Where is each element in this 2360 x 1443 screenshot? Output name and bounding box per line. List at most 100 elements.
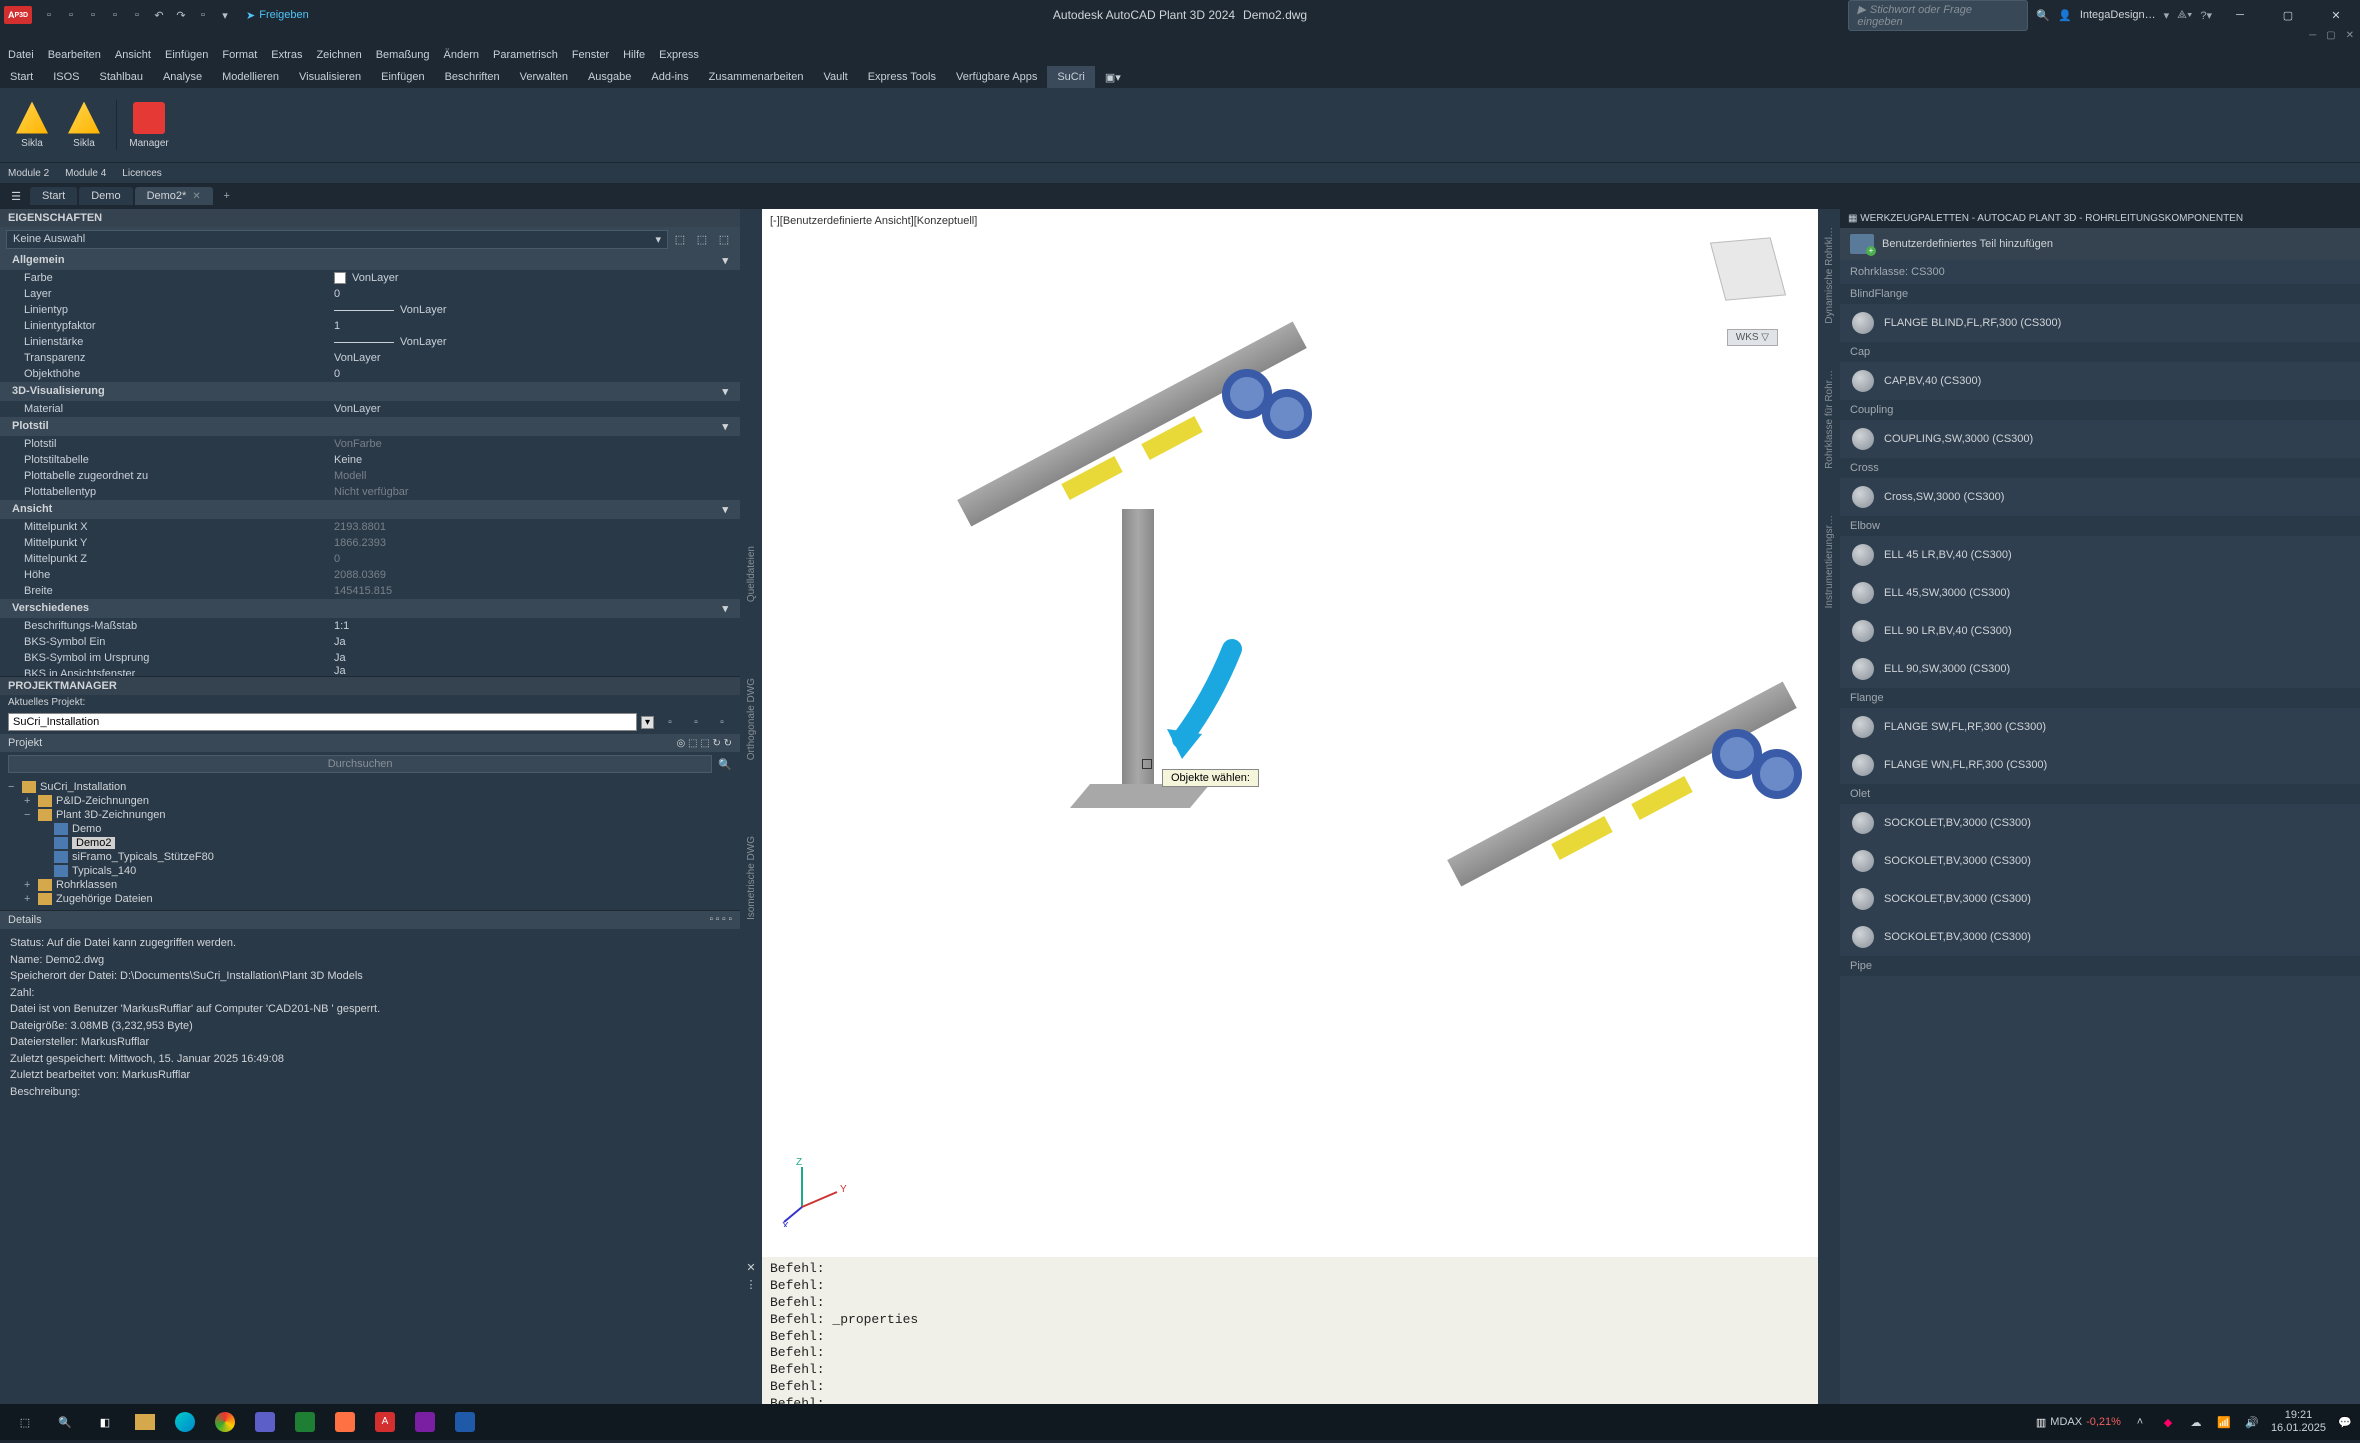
- palette-item[interactable]: ELL 90 LR,BV,40 (CS300): [1840, 612, 2360, 650]
- menu-express[interactable]: Express: [659, 49, 699, 61]
- prop-transparenz[interactable]: VonLayer: [334, 352, 740, 364]
- menu-fenster[interactable]: Fenster: [572, 49, 609, 61]
- qat-redo-icon[interactable]: ↷: [171, 5, 191, 25]
- section-ansicht[interactable]: Ansicht▾: [0, 500, 740, 519]
- wcs-dropdown[interactable]: WKS ▽: [1727, 329, 1778, 346]
- prop-bks-ursprung[interactable]: Ja: [334, 652, 740, 664]
- task-word-icon[interactable]: [446, 1407, 484, 1437]
- tab-start[interactable]: Start: [0, 66, 43, 88]
- section-plotstil[interactable]: Plotstil▾: [0, 417, 740, 436]
- vtab-quelldateien[interactable]: Quelldateien: [744, 538, 759, 610]
- prop-material[interactable]: VonLayer: [334, 403, 740, 415]
- doc-tab-demo[interactable]: Demo: [79, 187, 132, 205]
- qat-saveas-icon[interactable]: ▫: [105, 5, 125, 25]
- menu-format[interactable]: Format: [222, 49, 257, 61]
- qat-open-icon[interactable]: ▫: [61, 5, 81, 25]
- qat-save-icon[interactable]: ▫: [83, 5, 103, 25]
- new-tab-button[interactable]: +: [215, 190, 239, 202]
- tray-volume-icon[interactable]: 🔊: [2243, 1413, 2261, 1431]
- command-history[interactable]: Befehl: Befehl: Befehl: Befehl: _propert…: [762, 1257, 1818, 1417]
- palette-item[interactable]: SOCKOLET,BV,3000 (CS300): [1840, 880, 2360, 918]
- palette-item[interactable]: ELL 45 LR,BV,40 (CS300): [1840, 536, 2360, 574]
- selectobj-icon[interactable]: ⬚: [692, 229, 712, 249]
- selection-dropdown[interactable]: Keine Auswahl▾: [6, 230, 668, 249]
- prop-linientyp[interactable]: VonLayer: [334, 304, 740, 316]
- palette-item[interactable]: SOCKOLET,BV,3000 (CS300): [1840, 918, 2360, 956]
- tab-stahlbau[interactable]: Stahlbau: [90, 66, 153, 88]
- palette-item[interactable]: Cross,SW,3000 (CS300): [1840, 478, 2360, 516]
- pm-toolbar-icon-1[interactable]: ▫: [660, 712, 680, 732]
- pm-toolbar-icon-3[interactable]: ▫: [712, 712, 732, 732]
- tray-wifi-icon[interactable]: 📶: [2215, 1413, 2233, 1431]
- tab-isos[interactable]: ISOS: [43, 66, 89, 88]
- help-search-input[interactable]: ▶Stichwort oder Frage eingeben: [1848, 0, 2028, 31]
- tab-vault[interactable]: Vault: [813, 66, 857, 88]
- doc-tab-start[interactable]: Start: [30, 187, 77, 205]
- tab-express[interactable]: Express Tools: [858, 66, 946, 88]
- tray-clock[interactable]: 19:21 16.01.2025: [2271, 1409, 2326, 1435]
- hamburger-icon[interactable]: ☰: [4, 186, 28, 206]
- ucs-icon[interactable]: Z Y X: [782, 1157, 852, 1227]
- task-taskview-icon[interactable]: ◧: [86, 1407, 124, 1437]
- cmd-handle-icon[interactable]: ⋮: [746, 1278, 757, 1291]
- section-allgemein[interactable]: Allgemein▾: [0, 251, 740, 270]
- prop-bks-fenster[interactable]: Ja: [334, 668, 740, 674]
- doc-close-icon[interactable]: ✕: [2346, 30, 2354, 44]
- autodesk-icon[interactable]: ⟁▾: [2177, 9, 2192, 22]
- search-icon[interactable]: 🔍: [718, 758, 732, 771]
- search-icon[interactable]: 🔍: [2036, 9, 2050, 22]
- pal-vtab-3[interactable]: Instrumentierungsr…: [1822, 507, 1837, 616]
- doc-max-icon[interactable]: ▢: [2326, 30, 2335, 44]
- palette-item[interactable]: ELL 90,SW,3000 (CS300): [1840, 650, 2360, 688]
- prop-objekthoehe[interactable]: 0: [334, 368, 740, 380]
- app-icon[interactable]: A P3D: [4, 6, 32, 24]
- pal-vtab-1[interactable]: Dynamische Rohrkl…: [1822, 219, 1837, 332]
- user-name[interactable]: IntegaDesign…: [2080, 9, 2156, 21]
- pm-tab-projekt[interactable]: Projekt: [8, 737, 42, 749]
- details-toolbar[interactable]: ▫ ▫ ▫ ▫: [709, 914, 732, 926]
- prop-farbe[interactable]: VonLayer: [334, 272, 740, 284]
- tree-rohrklassen[interactable]: +Rohrklassen: [8, 878, 732, 892]
- sikla-button-2[interactable]: Sikla: [60, 94, 108, 156]
- palette-item[interactable]: FLANGE SW,FL,RF,300 (CS300): [1840, 708, 2360, 746]
- menu-ansicht[interactable]: Ansicht: [115, 49, 151, 61]
- menu-parametrisch[interactable]: Parametrisch: [493, 49, 558, 61]
- tree-zugehoerige[interactable]: +Zugehörige Dateien: [8, 892, 732, 906]
- task-autocad-icon[interactable]: A: [366, 1407, 404, 1437]
- palette-add-custom[interactable]: Benutzerdefiniertes Teil hinzufügen: [1840, 228, 2360, 260]
- qat-new-icon[interactable]: ▫: [39, 5, 59, 25]
- palette-item[interactable]: CAP,BV,40 (CS300): [1840, 362, 2360, 400]
- qat-plot-icon[interactable]: ▫: [127, 5, 147, 25]
- tree-plant3d[interactable]: −Plant 3D-Zeichnungen: [8, 808, 732, 822]
- close-icon[interactable]: ✕: [192, 191, 200, 202]
- tree-root[interactable]: −SuCri_Installation: [8, 780, 732, 794]
- prop-bks-ein[interactable]: Ja: [334, 636, 740, 648]
- prop-linienstaerke[interactable]: VonLayer: [334, 336, 740, 348]
- quickselect-icon[interactable]: ⬚: [670, 229, 690, 249]
- task-explorer-icon[interactable]: [126, 1407, 164, 1437]
- tab-ausgabe[interactable]: Ausgabe: [578, 66, 641, 88]
- palette-item[interactable]: COUPLING,SW,3000 (CS300): [1840, 420, 2360, 458]
- tray-onedrive-icon[interactable]: ☁: [2187, 1413, 2205, 1431]
- menu-einfuegen[interactable]: Einfügen: [165, 49, 208, 61]
- task-app-icon[interactable]: [326, 1407, 364, 1437]
- qat-dropdown-icon[interactable]: ▾: [215, 5, 235, 25]
- section-3d[interactable]: 3D-Visualisierung▾: [0, 382, 740, 401]
- tree-demo2[interactable]: Demo2: [8, 836, 732, 850]
- task-search-icon[interactable]: 🔍: [46, 1407, 84, 1437]
- viewport-label[interactable]: [-][Benutzerdefinierte Ansicht][Konzeptu…: [770, 215, 977, 227]
- menu-aendern[interactable]: Ändern: [444, 49, 479, 61]
- vtab-ortho[interactable]: Orthogonale DWG: [744, 670, 759, 768]
- pal-vtab-2[interactable]: Rohrklasse für Rohr…: [1822, 362, 1837, 477]
- pm-project-dropdown[interactable]: [8, 713, 637, 731]
- cart-icon[interactable]: ▾: [2164, 9, 2170, 22]
- dropdown-icon[interactable]: ▾: [641, 716, 654, 729]
- palette-item[interactable]: ELL 45,SW,3000 (CS300): [1840, 574, 2360, 612]
- tray-chevron-icon[interactable]: ˄: [2131, 1413, 2149, 1431]
- tree-typicals[interactable]: Typicals_140: [8, 864, 732, 878]
- manager-button[interactable]: Manager: [125, 94, 173, 156]
- tray-app-icon[interactable]: ◆: [2159, 1413, 2177, 1431]
- tree-demo[interactable]: Demo: [8, 822, 732, 836]
- tab-visualisieren[interactable]: Visualisieren: [289, 66, 371, 88]
- tab-sucri[interactable]: SuCri: [1047, 66, 1095, 88]
